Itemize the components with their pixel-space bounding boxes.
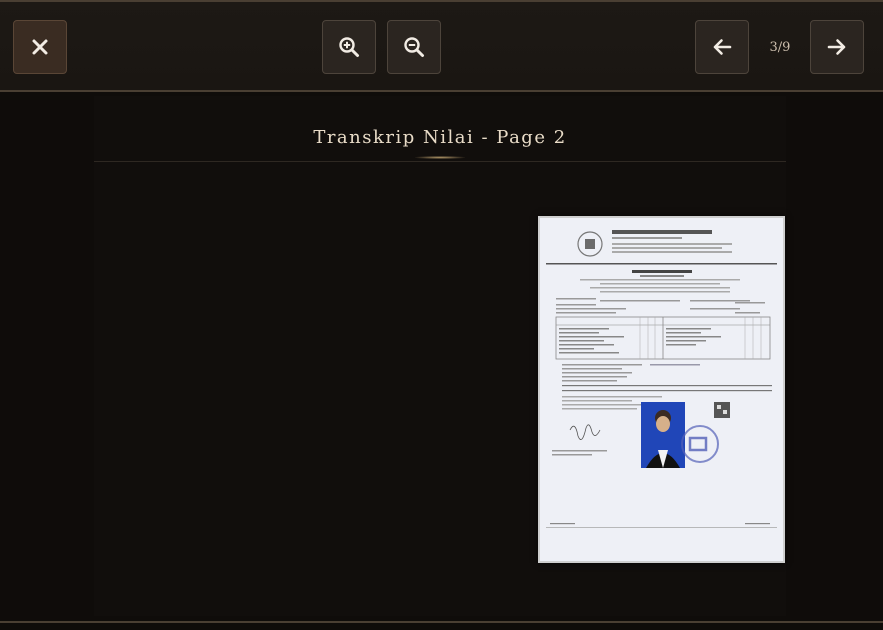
title-divider [94, 161, 786, 162]
close-button[interactable] [13, 20, 67, 74]
zoom-in-icon [339, 37, 359, 57]
zoom-out-button[interactable] [387, 20, 441, 74]
zoom-in-button[interactable] [322, 20, 376, 74]
zoom-out-icon [404, 37, 424, 57]
next-page-button[interactable] [810, 20, 864, 74]
close-icon [32, 39, 48, 55]
page-title: Transkrip Nilai - Page 2 [313, 127, 567, 148]
arrow-left-icon [713, 39, 732, 55]
document-image [538, 216, 785, 563]
arrow-right-icon [827, 39, 846, 55]
previous-page-button[interactable] [695, 20, 749, 74]
viewer-toolbar: 3/9 [0, 0, 883, 92]
title-divider-accent [415, 156, 465, 159]
page-counter: 3/9 [769, 40, 791, 55]
bottom-border [0, 621, 883, 623]
